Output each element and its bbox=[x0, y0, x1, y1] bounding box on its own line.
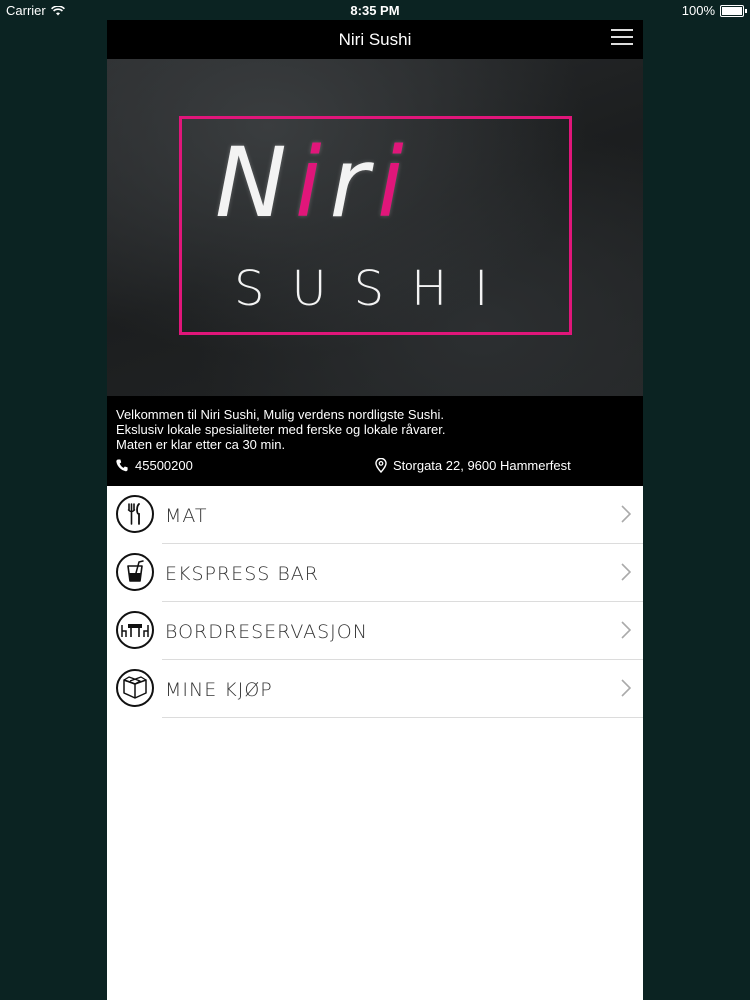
page-title: Niri Sushi bbox=[338, 30, 412, 49]
welcome-line: Ekslusiv lokale spesialiteter med ferske… bbox=[116, 422, 446, 437]
logo-letter: r bbox=[329, 127, 377, 239]
battery-icon bbox=[720, 4, 747, 17]
menu-item-label: MAT bbox=[165, 505, 208, 527]
battery-percent: 100% bbox=[681, 3, 715, 18]
info-panel: Velkommen til Niri Sushi, Mulig verdens … bbox=[107, 396, 643, 486]
chevron-right-icon bbox=[621, 621, 631, 639]
logo: Niri SUSHI bbox=[179, 116, 572, 335]
cutlery-icon bbox=[116, 495, 154, 533]
battery-indicator: 100% bbox=[681, 3, 747, 18]
app-window: Niri Sushi Niri SUSHI Velkommen til Niri… bbox=[107, 20, 643, 1000]
phone-link[interactable]: 45500200 bbox=[116, 458, 193, 473]
logo-letter: N bbox=[215, 127, 295, 239]
table-icon bbox=[116, 611, 154, 649]
box-icon bbox=[116, 669, 154, 707]
address-link[interactable]: Storgata 22, 9600 Hammerfest bbox=[375, 458, 571, 473]
welcome-line: Velkommen til Niri Sushi, Mulig verdens … bbox=[116, 407, 445, 422]
nav-bar: Niri Sushi bbox=[107, 20, 643, 59]
logo-subtitle: SUSHI bbox=[234, 261, 516, 317]
address-text: Storgata 22, 9600 Hammerfest bbox=[393, 458, 571, 473]
menu-item-label: BORDRESERVASJON bbox=[165, 621, 368, 643]
menu-item-mine-kjop[interactable]: MINE KJØP bbox=[107, 660, 643, 718]
phone-icon bbox=[116, 459, 128, 472]
chevron-right-icon bbox=[621, 679, 631, 697]
menu-item-label: MINE KJØP bbox=[165, 679, 273, 701]
menu-item-label: EKSPRESS BAR bbox=[165, 563, 319, 585]
menu-item-bordreservasjon[interactable]: BORDRESERVASJON bbox=[107, 602, 643, 660]
chevron-right-icon bbox=[621, 505, 631, 523]
welcome-line: Maten er klar etter ca 30 min. bbox=[116, 437, 286, 452]
welcome-text: Velkommen til Niri Sushi, Mulig verdens … bbox=[116, 407, 445, 452]
logo-wordmark: Niri bbox=[215, 133, 412, 233]
hero-banner: Niri SUSHI bbox=[107, 59, 643, 396]
clock: 8:35 PM bbox=[350, 3, 400, 18]
status-bar: Carrier 8:35 PM 100% bbox=[0, 0, 750, 20]
logo-letter: i bbox=[294, 127, 330, 239]
phone-number: 45500200 bbox=[135, 458, 193, 473]
drink-icon bbox=[116, 553, 154, 591]
location-pin-icon bbox=[375, 458, 387, 473]
hamburger-menu-icon[interactable] bbox=[611, 28, 633, 50]
main-menu: MAT EKSPRESS BAR BORDRESERVASJON MINE KJ… bbox=[107, 486, 643, 718]
logo-letter: i bbox=[376, 127, 412, 239]
chevron-right-icon bbox=[621, 563, 631, 581]
menu-item-ekspress-bar[interactable]: EKSPRESS BAR bbox=[107, 544, 643, 602]
menu-item-mat[interactable]: MAT bbox=[107, 486, 643, 544]
